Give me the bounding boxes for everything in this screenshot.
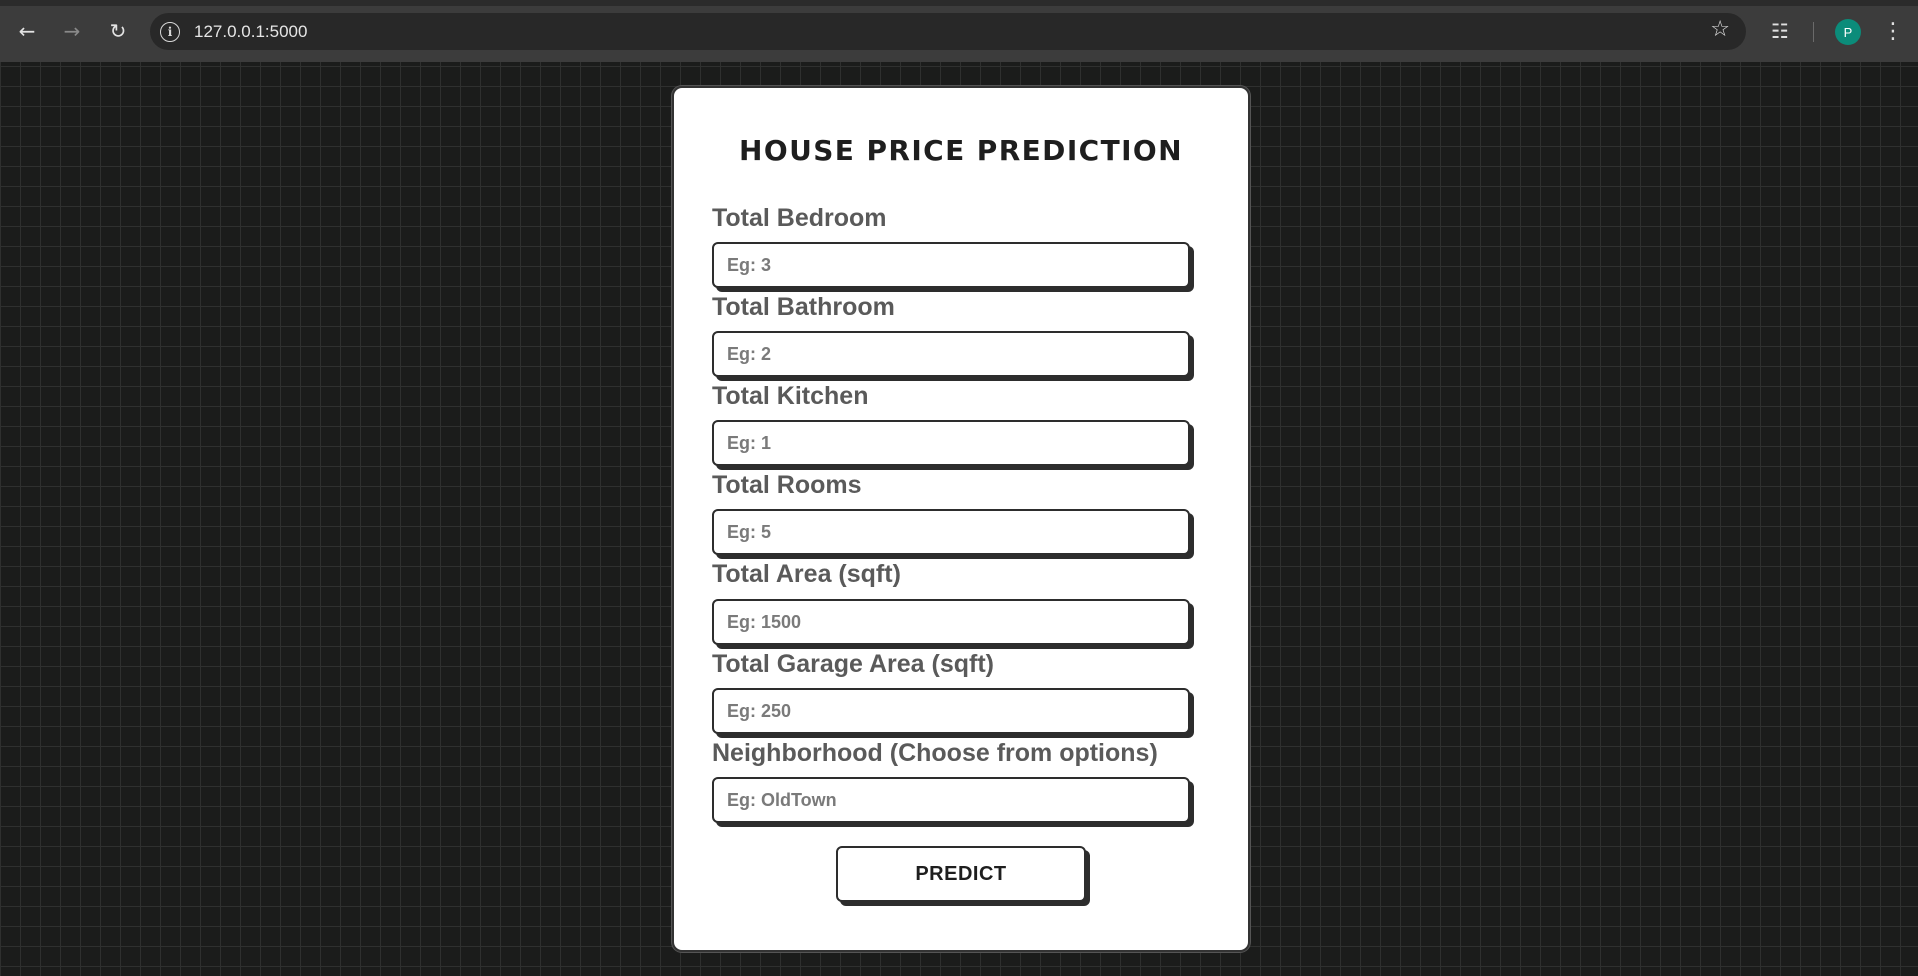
puzzle-icon[interactable]: ☷	[1767, 18, 1793, 44]
kitchen-input[interactable]	[712, 420, 1190, 466]
star-icon[interactable]: ☆	[1710, 17, 1730, 42]
page-title: HOUSE PRICE PREDICTION	[739, 134, 1183, 167]
kebab-menu-icon[interactable]: ⋮	[1880, 18, 1906, 44]
bathroom-label: Total Bathroom	[712, 293, 895, 321]
neighborhood-input[interactable]	[712, 777, 1190, 823]
browser-toolbar: ← → ↻ i 127.0.0.1:5000 ☆ ☷ P ⋮	[0, 0, 1918, 62]
area-input[interactable]	[712, 599, 1190, 645]
address-bar[interactable]: i 127.0.0.1:5000 ☆	[150, 13, 1746, 50]
bedroom-input[interactable]	[712, 242, 1190, 288]
bathroom-input[interactable]	[712, 331, 1190, 377]
predict-button[interactable]: PREDICT	[836, 846, 1086, 902]
area-label: Total Area (sqft)	[712, 560, 901, 588]
neighborhood-label: Neighborhood (Choose from options)	[712, 739, 1158, 767]
address-bar-url[interactable]: 127.0.0.1:5000	[194, 22, 307, 42]
garage-area-input[interactable]	[712, 688, 1190, 734]
tab-strip	[0, 0, 1918, 6]
page-viewport: HOUSE PRICE PREDICTION Total Bedroom Tot…	[0, 62, 1918, 976]
forward-arrow-icon[interactable]: →	[57, 16, 87, 46]
toolbar-divider	[1813, 22, 1814, 42]
reload-icon[interactable]: ↻	[103, 16, 133, 46]
bedroom-label: Total Bedroom	[712, 204, 887, 232]
prediction-form-card: HOUSE PRICE PREDICTION Total Bedroom Tot…	[672, 86, 1250, 952]
avatar[interactable]: P	[1835, 19, 1861, 45]
kitchen-label: Total Kitchen	[712, 382, 869, 410]
rooms-input[interactable]	[712, 509, 1190, 555]
garage-area-label: Total Garage Area (sqft)	[712, 650, 994, 678]
rooms-label: Total Rooms	[712, 471, 862, 499]
back-arrow-icon[interactable]: ←	[12, 16, 42, 46]
info-icon[interactable]: i	[160, 21, 180, 42]
